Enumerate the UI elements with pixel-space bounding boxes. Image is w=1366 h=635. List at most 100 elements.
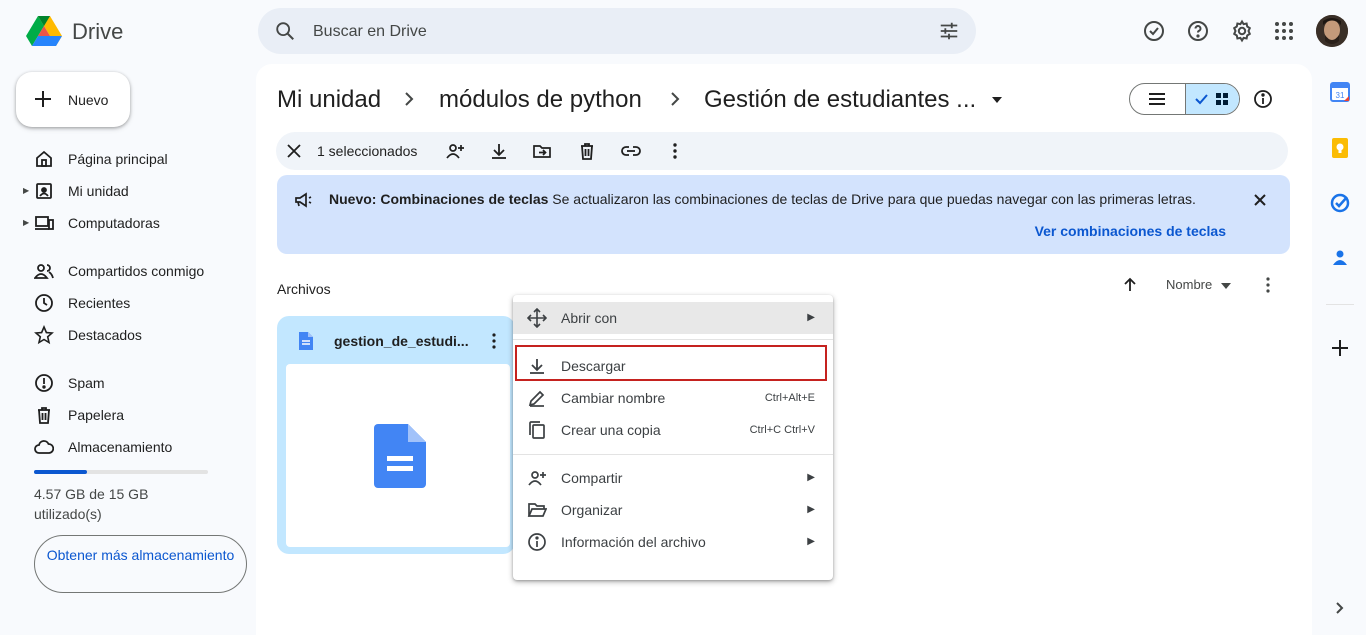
sidebar-item-label: Papelera [68,407,125,423]
calendar-icon[interactable]: 31 [1328,80,1352,104]
banner-title: Nuevo: Combinaciones de teclas [329,191,549,207]
storage-usage-text: 4.57 GB de 15 GB utilizado(s) [34,486,149,522]
grid-view-button[interactable] [1185,84,1239,114]
trash-icon [34,405,54,425]
new-button[interactable]: Nuevo [16,72,130,127]
get-more-storage-button[interactable]: Obtener más almacenamiento [34,535,247,593]
close-banner-icon[interactable] [1250,190,1270,210]
menu-item-label: Cambiar nombre [561,390,666,406]
download-icon [527,356,547,376]
move-arrows-icon [527,308,547,328]
menu-item-shortcut: Ctrl+C Ctrl+V [749,424,815,436]
rail-divider [1326,304,1354,305]
settings-gear-icon[interactable] [1230,19,1254,43]
sidebar-item-label: Computadoras [68,215,160,231]
google-doc-icon [297,331,315,351]
menu-item-rename[interactable]: Cambiar nombre Ctrl+Alt+E [513,382,833,414]
selection-action-bar: 1 seleccionados [276,132,1288,170]
new-button-label: Nuevo [68,92,109,108]
view-shortcuts-link[interactable]: Ver combinaciones de teclas [1035,223,1226,239]
share-person-add-icon[interactable] [445,141,465,161]
sidebar-item-trash[interactable]: Papelera [0,399,250,431]
breadcrumb-separator-icon [668,86,682,112]
menu-item-label: Abrir con [561,310,618,326]
sidebar-item-spam[interactable]: Spam [0,367,250,399]
contacts-icon[interactable] [1328,246,1352,270]
menu-item-file-info[interactable]: Información del archivo ▶ [513,526,833,558]
grid-check-icon [1195,93,1228,105]
clear-selection-close-icon[interactable] [284,141,304,161]
copy-link-icon[interactable] [621,141,641,161]
list-view-button[interactable] [1130,84,1185,114]
menu-item-share[interactable]: Compartir ▶ [513,462,833,494]
tasks-icon[interactable] [1328,191,1352,215]
breadcrumb-root[interactable]: Mi unidad [277,86,381,114]
search-bar[interactable]: Buscar en Drive [258,8,976,54]
expand-caret-icon[interactable]: ▶ [23,218,29,227]
sidebar-item-label: Spam [68,375,105,391]
more-vert-icon[interactable] [1258,275,1278,295]
menu-item-organize[interactable]: Organizar ▶ [513,494,833,526]
selection-count: 1 seleccionados [317,143,418,159]
info-icon [527,532,547,552]
clock-icon [34,293,54,313]
submenu-arrow-icon: ▶ [807,536,815,547]
breadcrumb-middle[interactable]: módulos de python [439,86,642,114]
trash-icon[interactable] [577,141,597,161]
app-name: Drive [72,19,124,44]
drive-icon [34,181,54,201]
offline-check-icon[interactable] [1142,19,1166,43]
breadcrumb-separator-icon [402,86,416,112]
file-card[interactable]: gestion_de_estudi... [277,316,515,554]
sort-dropdown-icon[interactable] [1220,282,1232,290]
sidebar-item-label: Destacados [68,327,142,343]
sidebar-item-shared[interactable]: Compartidos conmigo [0,255,250,287]
menu-item-download[interactable]: Descargar [513,350,833,382]
breadcrumb-dropdown-icon[interactable] [990,95,1004,105]
more-vert-icon[interactable] [665,141,685,161]
copy-icon [527,420,547,440]
add-plus-icon[interactable] [1328,336,1352,360]
chevron-right-icon[interactable] [1328,596,1352,620]
sort-by-name-button[interactable]: Nombre [1166,277,1212,292]
expand-caret-icon[interactable]: ▶ [23,186,29,195]
context-menu: Abrir con ▶ Descargar Cambiar nombre Ctr… [513,295,833,580]
avatar[interactable] [1316,15,1348,47]
sort-direction-arrow-up-icon[interactable] [1120,275,1140,295]
sidebar-item-label: Recientes [68,295,131,311]
menu-item-open-with[interactable]: Abrir con ▶ [513,302,833,334]
sidebar-item-recent[interactable]: Recientes [0,287,250,319]
megaphone-icon [293,190,313,210]
search-icon[interactable] [274,20,296,42]
drive-logo-icon[interactable] [26,14,62,48]
info-icon[interactable] [1253,89,1273,109]
download-icon[interactable] [489,141,509,161]
sidebar-item-storage[interactable]: Almacenamiento [0,431,250,463]
menu-item-label: Descargar [561,358,626,374]
folder-open-icon [527,500,547,520]
sidebar-item-home[interactable]: Página principal [0,143,250,175]
spam-icon [34,373,54,393]
side-panel-rail: 31 [1316,64,1366,635]
sidebar-item-label: Mi unidad [68,183,129,199]
view-toggle[interactable] [1129,83,1240,115]
sidebar-item-my-drive[interactable]: ▶ Mi unidad [0,175,250,207]
search-input[interactable]: Buscar en Drive [313,23,427,41]
submenu-arrow-icon: ▶ [807,312,815,323]
sidebar-item-starred[interactable]: Destacados [0,319,250,351]
keep-icon[interactable] [1328,136,1352,160]
storage-progress-fill [34,470,88,474]
menu-item-label: Organizar [561,502,623,518]
search-options-icon[interactable] [938,20,960,42]
move-folder-icon[interactable] [532,141,552,161]
sidebar-item-computers[interactable]: ▶ Computadoras [0,207,250,239]
menu-item-make-copy[interactable]: Crear una copia Ctrl+C Ctrl+V [513,414,833,446]
help-icon[interactable] [1186,19,1210,43]
svg-text:31: 31 [1336,91,1345,100]
apps-grid-icon[interactable] [1272,19,1296,43]
people-icon [34,261,54,281]
more-vert-icon[interactable] [485,331,503,351]
breadcrumb-current[interactable]: Gestión de estudiantes ... [704,86,976,114]
home-icon [34,149,54,169]
menu-item-label: Compartir [561,470,623,486]
